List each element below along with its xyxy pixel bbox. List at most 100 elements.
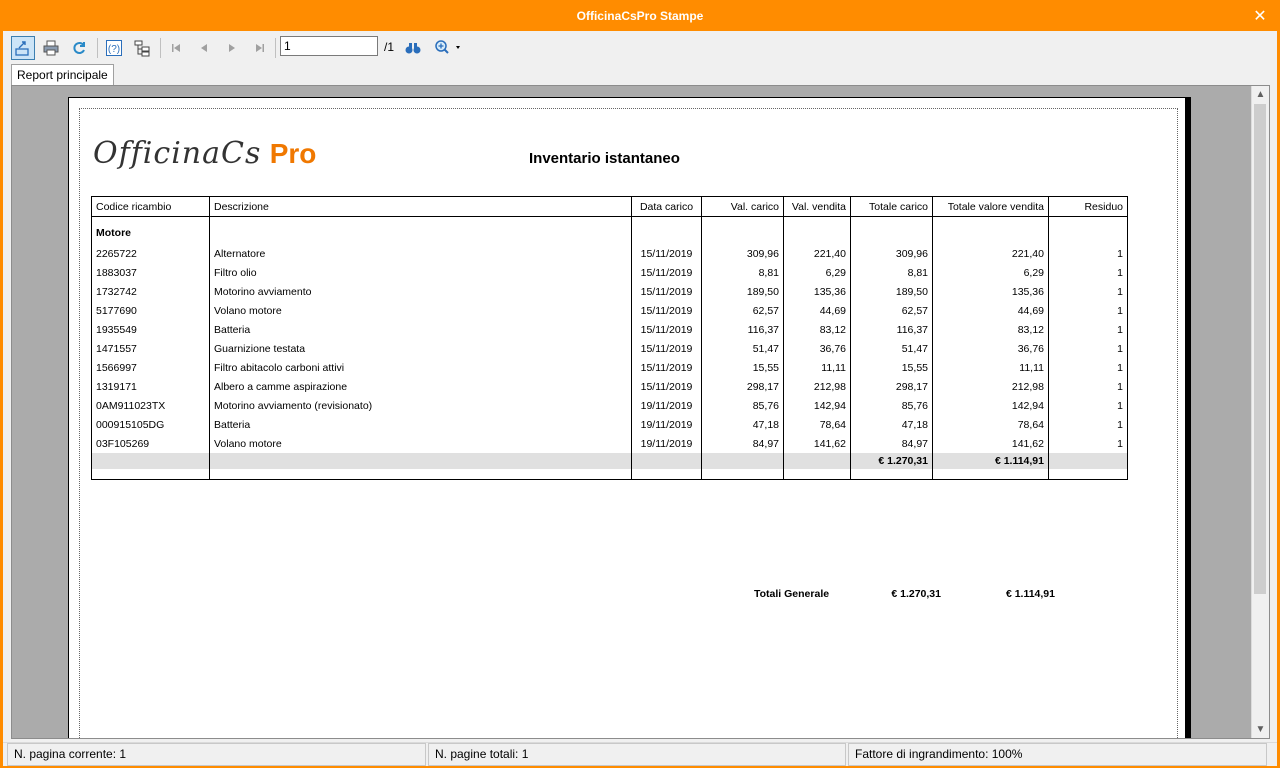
table-header-row: Codice ricambio Descrizione Data carico … (91, 196, 1128, 217)
previous-page-icon[interactable] (192, 36, 216, 60)
table-cell: 1883037 (91, 263, 210, 282)
table-row: 1319171 Albero a camme aspirazione 15/11/2… (91, 377, 1128, 396)
table-cell: 000915105DG (91, 415, 210, 434)
table-cell: 62,57 (850, 301, 933, 320)
table-cell: 142,94 (783, 396, 851, 415)
table-cell: 135,36 (932, 282, 1049, 301)
table-cell: 1 (1048, 358, 1128, 377)
table-cell (1048, 469, 1128, 480)
tab-report-principale[interactable]: Report principale (11, 64, 114, 86)
column-header: Codice ricambio (91, 196, 210, 217)
inventory-table: Codice ricambio Descrizione Data carico … (91, 196, 1128, 480)
table-cell: Filtro abitacolo carboni attivi (209, 358, 632, 377)
table-cell: 19/11/2019 (631, 415, 702, 434)
table-cell: 116,37 (850, 320, 933, 339)
table-cell: 44,69 (783, 301, 851, 320)
table-cell: Volano motore (209, 434, 632, 453)
table-cell: 1 (1048, 263, 1128, 282)
tab-strip: Report principale (3, 62, 1277, 86)
table-cell (932, 469, 1049, 480)
last-page-icon[interactable] (248, 36, 272, 60)
table-cell: Batteria (209, 320, 632, 339)
report-viewer: OfficinaCs Pro Inventario istantaneo Cod… (11, 85, 1270, 739)
scroll-down-icon[interactable]: ▼ (1252, 721, 1269, 738)
table-cell (91, 469, 210, 480)
report-title: Inventario istantaneo (529, 150, 680, 167)
table-cell: 189,50 (701, 282, 784, 301)
next-page-icon[interactable] (220, 36, 244, 60)
subtotal-cell (1048, 453, 1128, 469)
table-cell: 44,69 (932, 301, 1049, 320)
table-cell: 298,17 (701, 377, 784, 396)
column-header: Totale valore vendita (932, 196, 1049, 217)
scroll-up-icon[interactable]: ▲ (1252, 86, 1269, 103)
grand-total-carico: € 1.270,31 (891, 588, 941, 600)
toolbar-separator (97, 38, 98, 58)
column-header: Residuo (1048, 196, 1128, 217)
table-cell: 62,57 (701, 301, 784, 320)
toolbar: (?) /1 (3, 32, 1277, 62)
subtotal-cell (91, 453, 210, 469)
table-cell: 212,98 (783, 377, 851, 396)
table-cell: 15,55 (850, 358, 933, 377)
table-cell: 1 (1048, 415, 1128, 434)
table-cell: 1 (1048, 339, 1128, 358)
table-cell: 141,62 (932, 434, 1049, 453)
table-cell: 1471557 (91, 339, 210, 358)
table-cell: Albero a camme aspirazione (209, 377, 632, 396)
table-cell (850, 469, 933, 480)
table-row: 000915105DG Batteria 19/11/2019 47,18 78,64 4… (91, 415, 1128, 434)
refresh-icon[interactable] (67, 36, 91, 60)
table-row: 1732742 Motorino avviamento 15/11/2019 189,… (91, 282, 1128, 301)
toolbar-separator (160, 38, 161, 58)
export-icon[interactable] (11, 36, 35, 60)
table-cell: 212,98 (932, 377, 1049, 396)
tree-icon[interactable] (130, 36, 154, 60)
subtotal-cell (209, 453, 632, 469)
table-cell: 6,29 (932, 263, 1049, 282)
table-row: 03F105269 Volano motore 19/11/2019 84,97 141… (91, 434, 1128, 453)
grand-total-label: Totali Generale (754, 588, 830, 600)
table-cell: Motorino avviamento (209, 282, 632, 301)
table-cell: 47,18 (850, 415, 933, 434)
table-cell: 309,96 (850, 244, 933, 263)
grand-total-vendita: € 1.114,91 (1005, 588, 1055, 600)
first-page-icon[interactable] (164, 36, 188, 60)
page-number-input[interactable] (280, 36, 378, 56)
print-icon[interactable] (39, 36, 63, 60)
company-logo: OfficinaCs Pro (93, 136, 316, 171)
zoom-icon[interactable] (431, 36, 465, 60)
scroll-thumb[interactable] (1254, 104, 1266, 594)
table-cell: 19/11/2019 (631, 396, 702, 415)
table-cell: 51,47 (701, 339, 784, 358)
table-cell: 15/11/2019 (631, 301, 702, 320)
table-cell: 85,76 (701, 396, 784, 415)
table-cell: 135,36 (783, 282, 851, 301)
table-cell: 36,76 (783, 339, 851, 358)
search-icon[interactable] (401, 36, 425, 60)
vertical-scrollbar[interactable]: ▲ ▼ (1251, 86, 1269, 738)
table-cell: 1 (1048, 434, 1128, 453)
table-cell: Filtro olio (209, 263, 632, 282)
status-zoom: Fattore di ingrandimento: 100% (848, 743, 1267, 766)
table-cell: 11,11 (932, 358, 1049, 377)
table-cell: 83,12 (783, 320, 851, 339)
help-icon[interactable]: (?) (102, 36, 126, 60)
table-cell: 298,17 (850, 377, 933, 396)
table-cell (701, 469, 784, 480)
table-cell: 1319171 (91, 377, 210, 396)
logo-script-text: OfficinaCs (93, 136, 262, 171)
subtotal-carico: € 1.270,31 (850, 453, 933, 469)
table-cell: Alternatore (209, 244, 632, 263)
table-cell: 51,47 (850, 339, 933, 358)
close-icon[interactable]: ✕ (1249, 6, 1271, 28)
page-total-label: /1 (384, 40, 395, 54)
logo-pro-text: Pro (269, 138, 317, 169)
table-cell: 1732742 (91, 282, 210, 301)
subtotal-row: € 1.270,31 € 1.114,91 (91, 453, 1128, 469)
table-cell: 11,11 (783, 358, 851, 377)
table-cell: 84,97 (850, 434, 933, 453)
table-cell: Batteria (209, 415, 632, 434)
table-cell: 1 (1048, 396, 1128, 415)
table-cell: 85,76 (850, 396, 933, 415)
